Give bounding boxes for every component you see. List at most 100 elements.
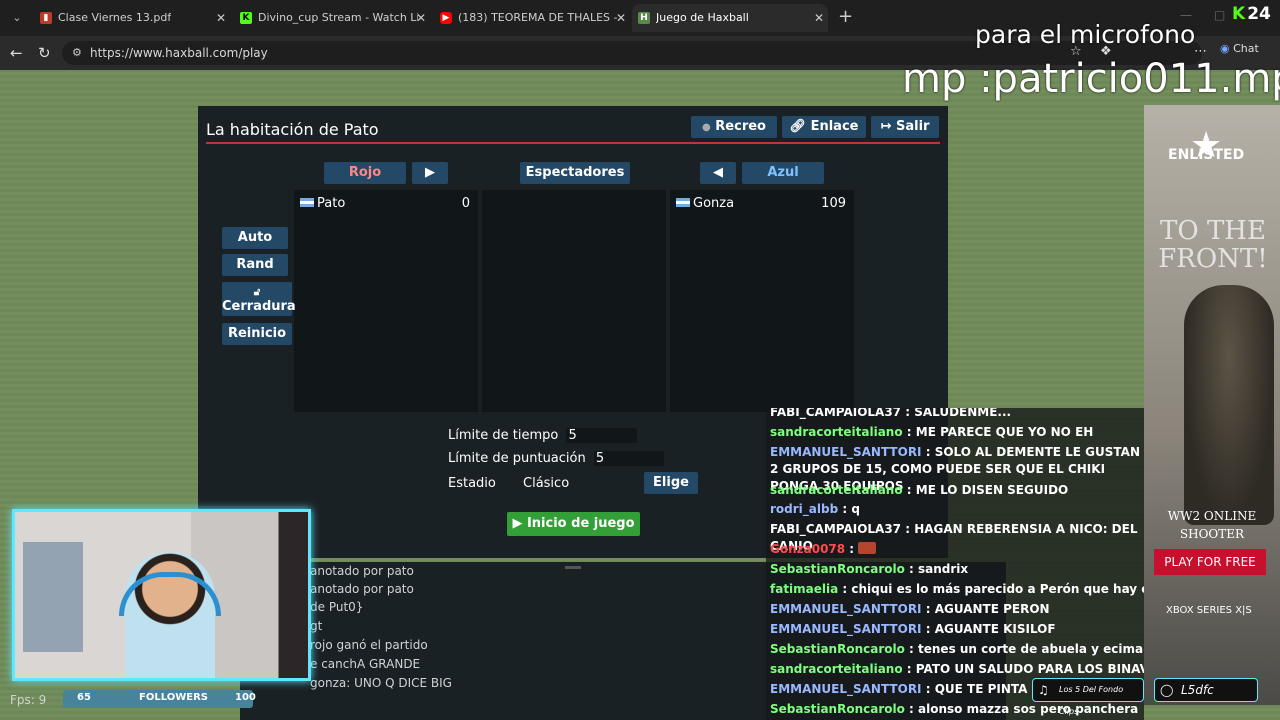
chat-message: EMMANUEL_SANTTORI : AGUANTE PERON <box>770 602 1050 616</box>
blue-team-button[interactable]: Azul <box>742 162 824 184</box>
red-team-list: Pato 0 <box>294 190 478 412</box>
lock-label: Cerradura <box>222 299 296 314</box>
chat-text: ME PARECE QUE YO NO EH <box>915 425 1094 439</box>
chat-message: sandracorteitaliano : ME LO DISEN SEGUID… <box>770 483 1069 497</box>
enlace-button[interactable]: 🔗︎ Enlace <box>782 116 866 138</box>
chat-text: QUE TE PINTA <box>934 682 1028 696</box>
player-score: 0 <box>461 196 470 211</box>
instagram-badge: ◯ L5dfc <box>1154 678 1258 702</box>
close-icon[interactable]: ✕ <box>416 4 426 32</box>
tab-haxball[interactable]: H Juego de Haxball ✕ <box>632 4 828 32</box>
blue-team-list: Gonza 109 <box>670 190 854 412</box>
overlay-microphone-text: para el microfono <box>975 20 1196 49</box>
tab-title: Juego de Haxball <box>656 11 749 24</box>
chat-message: gt <box>310 619 323 633</box>
score-limit-value[interactable]: 5 <box>593 451 665 466</box>
chat-user: EMMANUEL_SANTTORI <box>770 682 922 696</box>
chat-text: chiqui es lo más parecido a Perón que ha… <box>851 582 1144 596</box>
chat-text: tenes un corte de abuela y ecima teñido … <box>918 642 1144 656</box>
background-shelf <box>23 542 83 652</box>
spectators-button[interactable]: Espectadores <box>520 162 630 184</box>
reset-button[interactable]: Reinicio <box>222 323 292 345</box>
chat-message: de Put0} <box>310 600 364 614</box>
player-row[interactable]: Gonza 109 <box>676 196 846 211</box>
instagram-handle: L5dfc <box>1181 683 1214 697</box>
start-game-button[interactable]: ▶ Inicio de juego <box>507 512 640 536</box>
chat-user: sandracorteitaliano <box>770 425 903 439</box>
chat-resize-handle[interactable] <box>565 566 581 569</box>
rand-button[interactable]: Rand <box>222 254 288 276</box>
maximize-icon[interactable]: □ <box>1214 8 1225 22</box>
chat-button[interactable]: ◉ Chat <box>1220 42 1259 55</box>
argentina-flag-icon <box>300 198 314 207</box>
player-row[interactable]: Pato 0 <box>300 196 470 211</box>
chat-user: sandracorteitaliano <box>770 662 903 676</box>
choose-stadium-button[interactable]: Elige <box>644 472 698 494</box>
time-limit-setting[interactable]: Límite de tiempo 5 <box>448 428 637 443</box>
chat-message: SebastianRoncarolo : tenes un corte de a… <box>770 641 1144 658</box>
chat-text: alonso mazza sos pero panchera <box>918 702 1139 716</box>
chat-user: rodri_albb <box>770 502 839 516</box>
move-left-icon[interactable]: ◀ <box>700 162 736 184</box>
back-icon[interactable]: ← <box>10 44 23 62</box>
chat-message: sandracorteitaliano : ME PARECE QUE YO N… <box>770 425 1094 439</box>
tiktok-icon: ♫ <box>1038 683 1049 697</box>
tab-search-icon[interactable]: ⌄ <box>8 9 26 27</box>
chat-message: gonza: UNO Q DICE BIG <box>310 676 452 690</box>
recreo-label: Recreo <box>715 119 766 134</box>
chat-text: PATO UN SALUDO PARA LOS BINAVENTURADOS <box>915 662 1144 676</box>
salir-label: Salir <box>895 119 930 134</box>
player-name: Gonza <box>693 196 735 211</box>
stadium-label: Estadio <box>448 476 496 491</box>
time-limit-value[interactable]: 5 <box>566 428 637 443</box>
chat-message: rodri_albb : q <box>770 502 860 516</box>
lock-icon: 🔓︎ <box>253 287 261 298</box>
record-dot-icon: ● <box>702 122 711 133</box>
chat-message: anotado por pato <box>310 564 414 578</box>
spectators-list <box>482 190 666 412</box>
time-limit-label: Límite de tiempo <box>448 428 559 443</box>
tab-youtube[interactable]: ▶ (183) TEOREMA DE THALES - Pte 4 ✕ <box>434 4 630 32</box>
link-icon: 🔗︎ <box>789 119 807 134</box>
argentina-flag-icon <box>676 198 690 207</box>
youtube-icon: ▶ <box>440 12 452 24</box>
url-text: https://www.haxball.com/play <box>90 46 268 60</box>
auto-button[interactable]: Auto <box>222 227 288 249</box>
chat-message: FABI_CAMPAIOLA37 : SALUDENME... <box>770 408 1142 421</box>
recreo-button[interactable]: ● Recreo <box>691 116 777 138</box>
new-tab-icon[interactable]: + <box>838 6 853 27</box>
haxball-icon: H <box>638 12 650 24</box>
chat-message: fatimaelia : chiqui es lo más parecido a… <box>770 581 1144 598</box>
chat-message: Gonza0078 : <box>770 541 1142 558</box>
ad-cta-button[interactable]: PLAY FOR FREE <box>1154 549 1266 575</box>
site-info-icon[interactable]: ⚙ <box>72 46 82 59</box>
lock-button[interactable]: 🔓︎ Cerradura <box>222 282 296 316</box>
followers-goal: 100 <box>235 692 256 703</box>
chat-text: ME LO DISEN SEGUIDO <box>915 483 1069 497</box>
close-icon[interactable]: ✕ <box>616 4 626 32</box>
followers-goal-bar: 65 FOLLOWERS 100 <box>63 690 256 708</box>
kick-icon: K <box>240 12 252 24</box>
chat-message: sandracorteitaliano : PATO UN SALUDO PAR… <box>770 661 1144 678</box>
advertisement-banner[interactable]: ★ ENLISTED TO THE FRONT! WW2 ONLINE SHOO… <box>1144 105 1280 705</box>
play-icon: ▶ <box>512 516 523 531</box>
chat-message: EMMANUEL_SANTTORI : AGUANTE KISILOF <box>770 622 1056 636</box>
tab-pdf[interactable]: ▮ Clase Viernes 13.pdf ✕ <box>34 4 230 32</box>
score-limit-setting[interactable]: Límite de puntuación 5 <box>448 451 665 466</box>
chat-user: EMMANUEL_SANTTORI <box>770 445 922 459</box>
tiktok-badge: ♫ Los 5 Del Fondo Clips <box>1032 678 1144 716</box>
close-icon[interactable]: ✕ <box>814 4 824 32</box>
start-game-label: Inicio de juego <box>526 516 635 531</box>
close-icon[interactable]: ✕ <box>216 4 226 32</box>
tab-title: (183) TEOREMA DE THALES - Pte 4 <box>458 11 618 24</box>
soldier-image <box>1184 285 1274 525</box>
salir-button[interactable]: ↦ Salir <box>871 116 939 138</box>
chat-text: SALUDENME... <box>914 408 1012 419</box>
chat-user: Gonza0078 <box>770 542 846 556</box>
tab-kick[interactable]: K Divino_cup Stream - Watch Live o ✕ <box>234 4 430 32</box>
chat-label: Chat <box>1233 42 1259 55</box>
player-score: 109 <box>821 196 846 211</box>
red-team-button[interactable]: Rojo <box>324 162 406 184</box>
reload-icon[interactable]: ↻ <box>38 44 51 62</box>
move-right-icon[interactable]: ▶ <box>412 162 448 184</box>
